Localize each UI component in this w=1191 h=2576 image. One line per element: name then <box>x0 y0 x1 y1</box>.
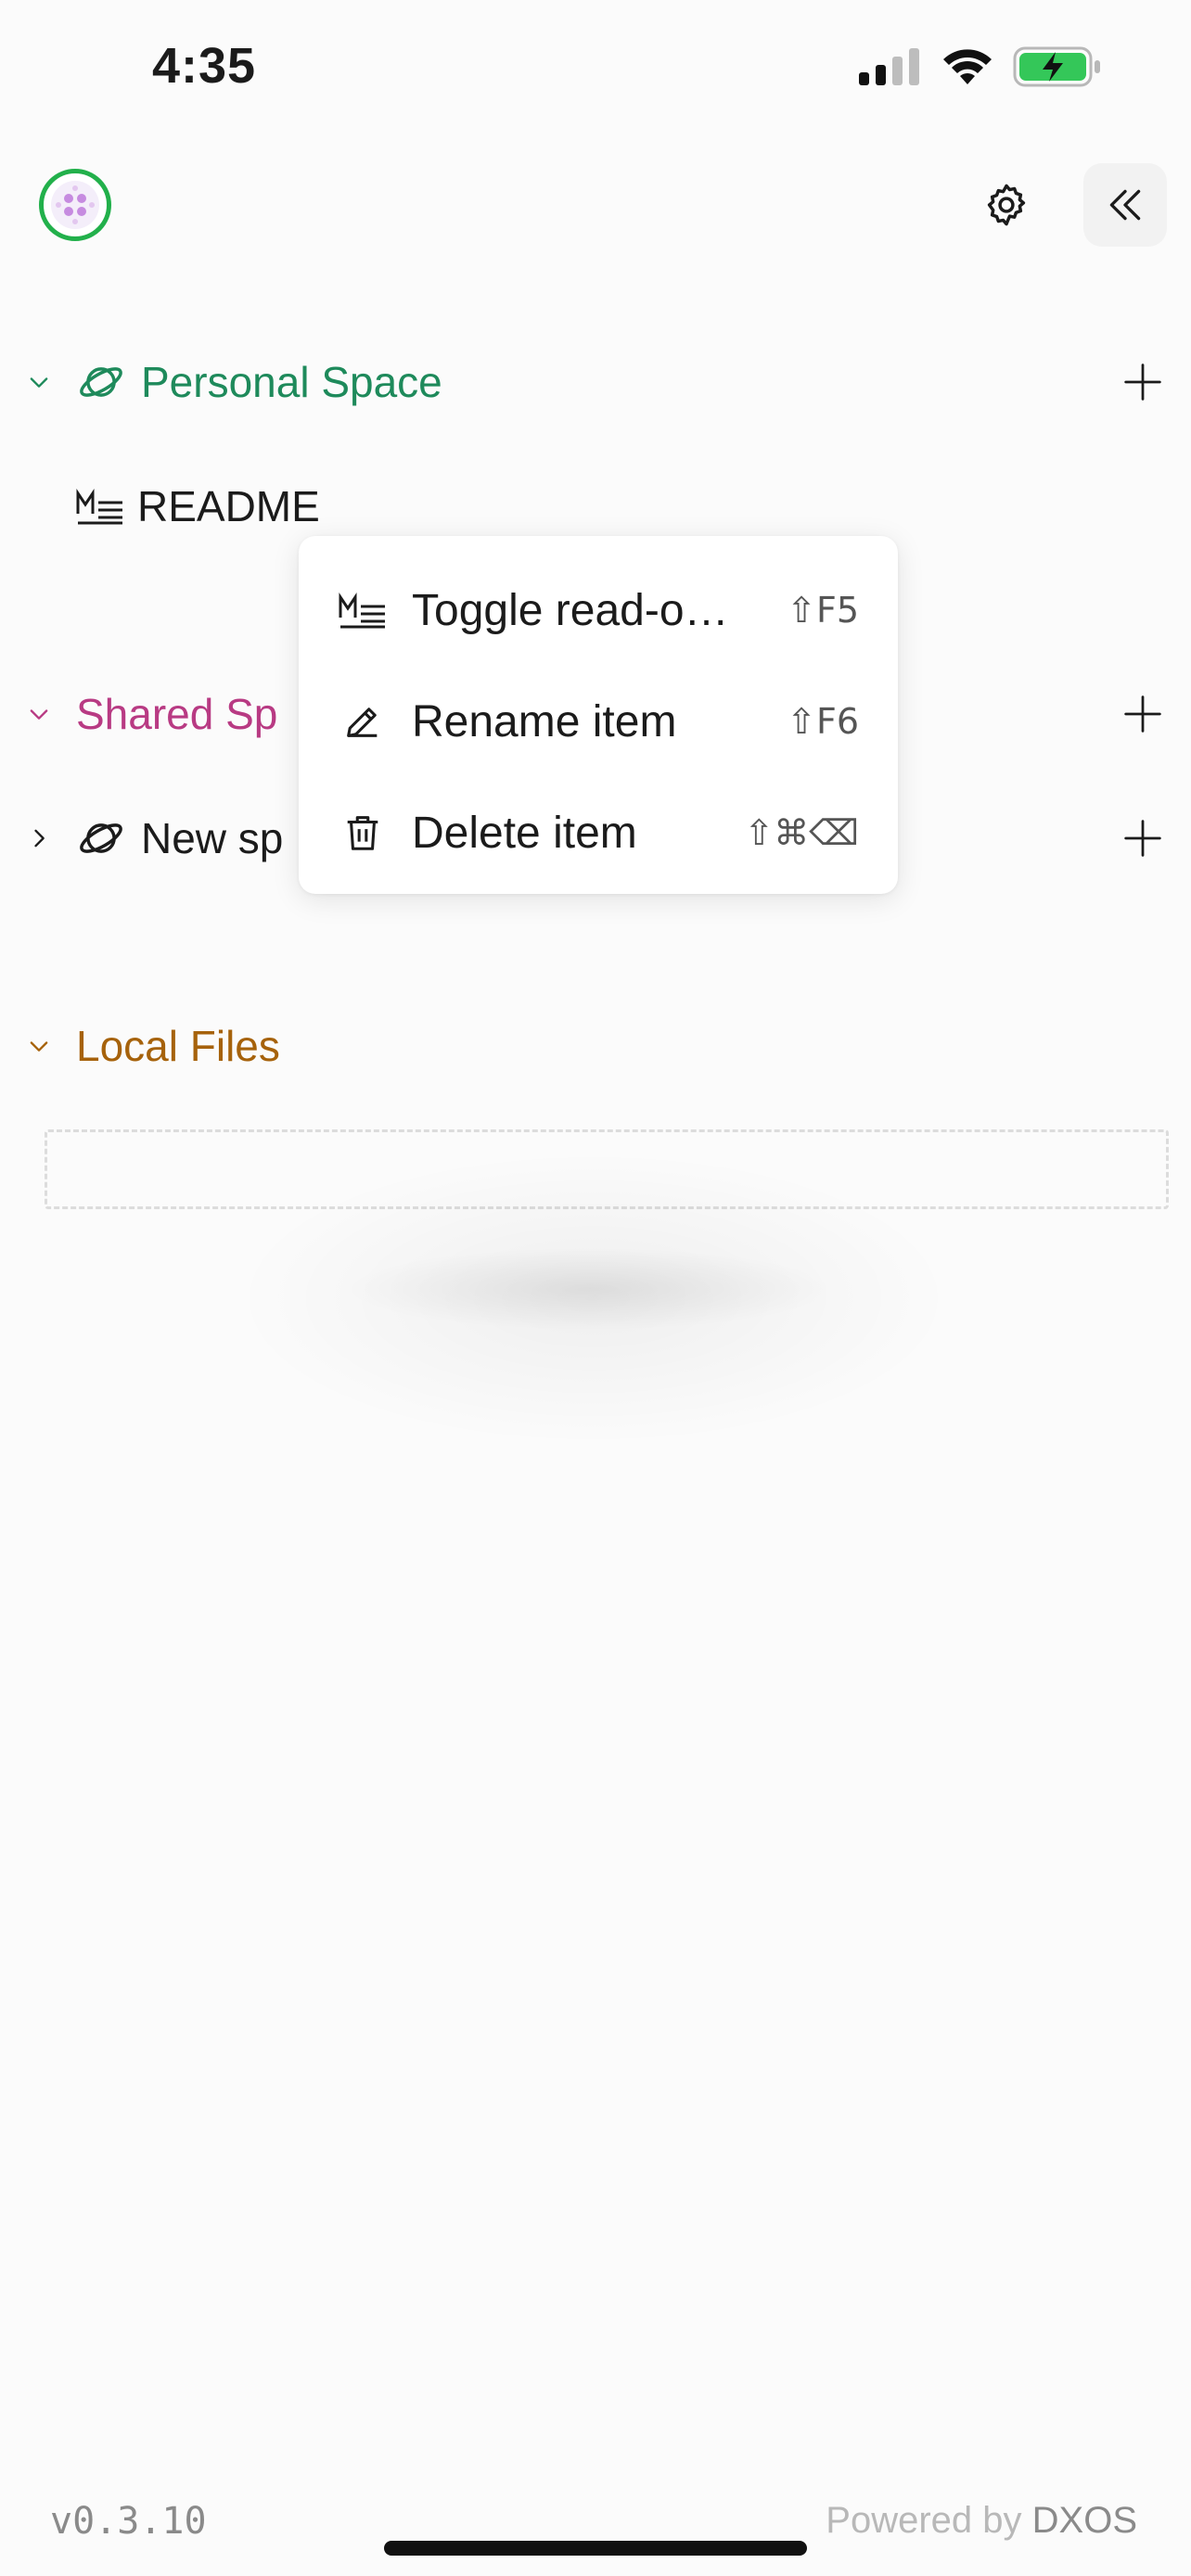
menu-item-label: Toggle read-o… <box>412 585 729 635</box>
plus-icon <box>1124 695 1161 733</box>
local-files-row[interactable]: Local Files <box>20 1009 280 1083</box>
battery-charging-icon <box>1013 46 1100 87</box>
new-space-label: New sp <box>141 814 284 862</box>
plus-icon <box>1124 363 1161 401</box>
cellular-signal-icon <box>859 48 919 85</box>
version-label: v0.3.10 <box>50 2500 207 2543</box>
add-to-shared-space-button[interactable] <box>1115 686 1171 742</box>
menu-item-rename[interactable]: Rename item ⇧F6 <box>299 666 898 777</box>
menu-item-shortcut: ⇧F6 <box>787 701 859 742</box>
pencil-icon <box>338 696 388 746</box>
settings-button[interactable] <box>965 163 1048 247</box>
planet-icon <box>72 353 130 411</box>
powered-by[interactable]: Powered by DXOS <box>826 2500 1137 2542</box>
menu-item-label: Delete item <box>412 808 637 858</box>
menu-item-toggle-read-only[interactable]: Toggle read-o… ⇧F5 <box>299 555 898 666</box>
add-to-new-space-button[interactable] <box>1115 810 1171 866</box>
double-chevron-left-icon <box>1109 189 1141 221</box>
markdown-icon <box>338 585 388 635</box>
context-menu: Toggle read-o… ⇧F5 Rename item ⇧F6 Delet… <box>299 536 898 894</box>
wifi-icon <box>943 49 992 84</box>
brand-label: DXOS <box>1031 2500 1137 2541</box>
chevron-down-icon[interactable] <box>20 1027 58 1065</box>
user-avatar[interactable] <box>39 169 111 241</box>
gear-icon <box>987 184 1026 226</box>
local-files-title: Local Files <box>76 1022 280 1070</box>
status-icons <box>859 46 1102 87</box>
readme-label: README <box>137 482 320 530</box>
planet-icon <box>72 810 130 867</box>
add-to-personal-space-button[interactable] <box>1115 354 1171 410</box>
chevron-down-icon[interactable] <box>20 695 58 733</box>
markdown-icon <box>74 480 126 532</box>
blurred-background-line <box>343 1247 835 1331</box>
home-indicator <box>384 2541 807 2556</box>
menu-item-shortcut: ⇧F5 <box>787 590 859 631</box>
trash-icon <box>338 808 388 858</box>
menu-item-delete[interactable]: Delete item ⇧⌘⌫ <box>299 777 898 888</box>
avatar-pattern-icon <box>51 181 99 229</box>
personal-space-row[interactable]: Personal Space <box>20 345 1171 419</box>
plus-icon <box>1124 820 1161 857</box>
powered-by-label: Powered by <box>826 2500 1022 2541</box>
collapse-sidebar-button[interactable] <box>1083 163 1167 247</box>
chevron-down-icon[interactable] <box>20 363 58 401</box>
chevron-right-icon[interactable] <box>20 820 58 857</box>
status-time: 4:35 <box>152 38 257 94</box>
shared-space-title: Shared Sp <box>76 690 278 738</box>
readme-item[interactable]: README <box>74 469 320 543</box>
menu-item-label: Rename item <box>412 696 677 746</box>
personal-space-title: Personal Space <box>141 358 442 406</box>
menu-item-shortcut: ⇧⌘⌫ <box>744 812 859 853</box>
